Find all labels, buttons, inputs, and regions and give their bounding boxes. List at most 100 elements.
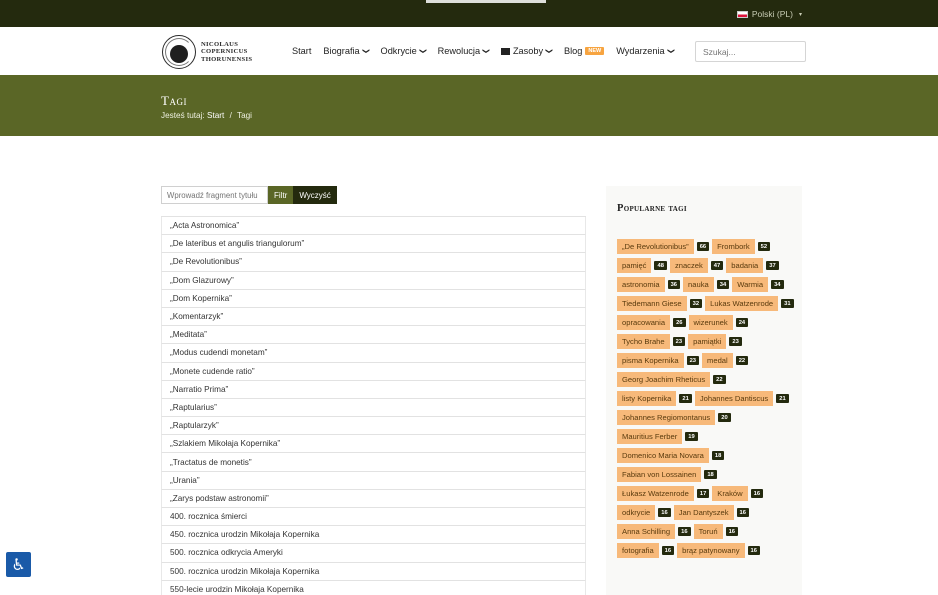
tag-filter-input[interactable] bbox=[161, 186, 268, 204]
popular-tag-name[interactable]: pisma Kopernika bbox=[617, 353, 684, 368]
popular-tag[interactable]: opracowania 26 bbox=[617, 315, 686, 330]
nav-item-blog[interactable]: Blog NEW bbox=[564, 46, 605, 56]
popular-tag[interactable]: odkrycie 16 bbox=[617, 505, 671, 520]
popular-tag-name[interactable]: listy Kopernika bbox=[617, 391, 677, 406]
popular-tag[interactable]: Georg Joachim Rheticus 22 bbox=[617, 372, 726, 387]
tag-list-item[interactable]: „Tractatus de monetis” bbox=[161, 453, 586, 472]
language-switcher[interactable]: Polski (PL) ▾ bbox=[736, 9, 802, 19]
popular-tag[interactable]: astronomia 36 bbox=[617, 277, 681, 292]
popular-tag[interactable]: Łukasz Watzenrode 17 bbox=[617, 486, 710, 501]
site-logo[interactable]: NICOLAUS COPERNICUS THORUNENSIS bbox=[162, 35, 262, 69]
popular-tag-name[interactable]: badania bbox=[726, 258, 764, 273]
popular-tag-name[interactable]: Georg Joachim Rheticus bbox=[617, 372, 711, 387]
popular-tag-name[interactable]: pamięć bbox=[617, 258, 652, 273]
popular-tag[interactable]: Jan Dantyszek 16 bbox=[673, 505, 749, 520]
popular-tag[interactable]: wizerunek 24 bbox=[688, 315, 749, 330]
nav-item-biografia[interactable]: Biografia ❯ bbox=[323, 46, 368, 56]
popular-tag-name[interactable]: Domenico Maria Novara bbox=[617, 448, 709, 463]
popular-tag-name[interactable]: Kraków bbox=[712, 486, 748, 501]
popular-tag[interactable]: Toruń 16 bbox=[693, 524, 739, 539]
filter-button[interactable]: Filtr bbox=[268, 186, 294, 204]
popular-tag-name[interactable]: Tycho Brahe bbox=[617, 334, 670, 349]
nav-item-start[interactable]: Start bbox=[292, 46, 311, 56]
tag-list-item[interactable]: „Raptularzyk” bbox=[161, 417, 586, 436]
tag-list-item[interactable]: „Dom Glazurowy” bbox=[161, 271, 586, 290]
popular-tag-name[interactable]: Mauritius Ferber bbox=[617, 429, 683, 444]
popular-tag[interactable]: Fabian von Lossainen 18 bbox=[617, 467, 717, 482]
popular-tag[interactable]: nauka 34 bbox=[683, 277, 730, 292]
popular-tag-name[interactable]: astronomia bbox=[617, 277, 665, 292]
popular-tag[interactable]: pamiątki 23 bbox=[688, 334, 742, 349]
popular-tag-name[interactable]: Johannes Dantiscus bbox=[694, 391, 774, 406]
popular-tag-count: 21 bbox=[776, 394, 789, 403]
tag-list-item[interactable]: „Urania” bbox=[161, 471, 586, 490]
popular-tag-name[interactable]: opracowania bbox=[617, 315, 671, 330]
tag-list-item[interactable]: „Narratio Prima” bbox=[161, 380, 586, 399]
popular-tag[interactable]: pamięć 48 bbox=[617, 258, 667, 273]
accessibility-icon[interactable]: ♿ bbox=[6, 552, 31, 577]
popular-tag[interactable]: pisma Kopernika 23 bbox=[617, 353, 700, 368]
tag-list-item[interactable]: 550-lecie urodzin Mikołaja Kopernika bbox=[161, 580, 586, 595]
popular-tag[interactable]: brąz patynowany 16 bbox=[677, 543, 760, 558]
search-input[interactable] bbox=[695, 41, 806, 62]
popular-tag[interactable]: Johannes Regiomontanus 20 bbox=[617, 410, 731, 425]
popular-tag[interactable]: Warmia 34 bbox=[732, 277, 784, 292]
popular-tag[interactable]: listy Kopernika 21 bbox=[617, 391, 692, 406]
tag-list-item[interactable]: „Dom Kopernika” bbox=[161, 289, 586, 308]
popular-tag-name[interactable]: brąz patynowany bbox=[677, 543, 745, 558]
popular-tag-name[interactable]: Toruń bbox=[693, 524, 723, 539]
popular-tag-name[interactable]: Anna Schilling bbox=[617, 524, 676, 539]
popular-tag-name[interactable]: Jan Dantyszek bbox=[673, 505, 734, 520]
popular-tag[interactable]: Lukas Watzenrode 31 bbox=[705, 296, 794, 311]
popular-tag[interactable]: „De Revolutionibus” 66 bbox=[617, 239, 710, 254]
popular-tag[interactable]: Frombork 52 bbox=[712, 239, 771, 254]
popular-tag[interactable]: fotografia 16 bbox=[617, 543, 675, 558]
tag-list-item[interactable]: „Acta Astronomica” bbox=[161, 217, 586, 236]
breadcrumb-home-link[interactable]: Start bbox=[207, 111, 224, 120]
tag-list-item[interactable]: 450. rocznica urodzin Mikołaja Kopernika bbox=[161, 526, 586, 545]
popular-tag-name[interactable]: Warmia bbox=[732, 277, 769, 292]
popular-tag-name[interactable]: fotografia bbox=[617, 543, 659, 558]
tag-list-item[interactable]: „Szlakiem Mikołaja Kopernika” bbox=[161, 435, 586, 454]
popular-tag[interactable]: Tiedemann Giese 32 bbox=[617, 296, 703, 311]
tag-list-item[interactable]: „Meditata” bbox=[161, 326, 586, 345]
tag-list-item[interactable]: „Raptularius” bbox=[161, 398, 586, 418]
tag-list-item[interactable]: „De Revolutionibus” bbox=[161, 253, 586, 272]
nav-item-zasoby[interactable]: Zasoby ❯ bbox=[500, 46, 552, 56]
popular-tag-name[interactable]: Łukasz Watzenrode bbox=[617, 486, 694, 501]
tag-list-item[interactable]: „Zarys podstaw astronomii” bbox=[161, 489, 586, 508]
tag-list-item[interactable]: 500. rocznica urodzin Mikołaja Kopernika bbox=[161, 562, 586, 581]
popular-tag[interactable]: Domenico Maria Novara 18 bbox=[617, 448, 725, 463]
popular-tag-name[interactable]: pamiątki bbox=[688, 334, 727, 349]
popular-tag[interactable]: Mauritius Ferber 19 bbox=[617, 429, 698, 444]
popular-tag[interactable]: Johannes Dantiscus 21 bbox=[694, 391, 789, 406]
nav-item-wydarzenia[interactable]: Wydarzenia ❯ bbox=[616, 46, 673, 56]
tag-list-item[interactable]: 500. rocznica odkrycia Ameryki bbox=[161, 544, 586, 563]
popular-tag[interactable]: medal 22 bbox=[702, 353, 749, 368]
tag-list-item[interactable]: „Modus cudendi monetam” bbox=[161, 344, 586, 363]
nav-item-rewolucja[interactable]: Rewolucja ❯ bbox=[438, 46, 489, 56]
popular-tag-count: 23 bbox=[672, 337, 686, 346]
popular-tag-name[interactable]: Johannes Regiomontanus bbox=[617, 410, 716, 425]
popular-tag[interactable]: Kraków 16 bbox=[712, 486, 764, 501]
nav-item-odkrycie[interactable]: Odkrycie ❯ bbox=[381, 46, 426, 56]
popular-tag-name[interactable]: „De Revolutionibus” bbox=[617, 239, 694, 254]
popular-tag-name[interactable]: wizerunek bbox=[688, 315, 733, 330]
tag-list-item[interactable]: „Komentarzyk” bbox=[161, 307, 586, 327]
popular-tag-name[interactable]: nauka bbox=[683, 277, 714, 292]
clear-button[interactable]: Wyczyść bbox=[293, 186, 337, 204]
popular-tag-name[interactable]: Lukas Watzenrode bbox=[705, 296, 779, 311]
popular-tag[interactable]: Tycho Brahe 23 bbox=[617, 334, 686, 349]
tag-list-item[interactable]: 400. rocznica śmierci bbox=[161, 508, 586, 527]
popular-tag-name[interactable]: Tiedemann Giese bbox=[617, 296, 687, 311]
popular-tag-name[interactable]: medal bbox=[702, 353, 733, 368]
popular-tag[interactable]: znaczek 47 bbox=[669, 258, 724, 273]
popular-tag-name[interactable]: Fabian von Lossainen bbox=[617, 467, 702, 482]
tag-list-item[interactable]: „Monete cudende ratio” bbox=[161, 362, 586, 381]
popular-tag-name[interactable]: Frombork bbox=[712, 239, 755, 254]
popular-tag-name[interactable]: znaczek bbox=[669, 258, 708, 273]
popular-tag-name[interactable]: odkrycie bbox=[617, 505, 656, 520]
popular-tag[interactable]: badania 37 bbox=[726, 258, 779, 273]
popular-tag[interactable]: Anna Schilling 16 bbox=[617, 524, 691, 539]
tag-list-item[interactable]: „De lateribus et angulis triangulorum” bbox=[161, 235, 586, 254]
